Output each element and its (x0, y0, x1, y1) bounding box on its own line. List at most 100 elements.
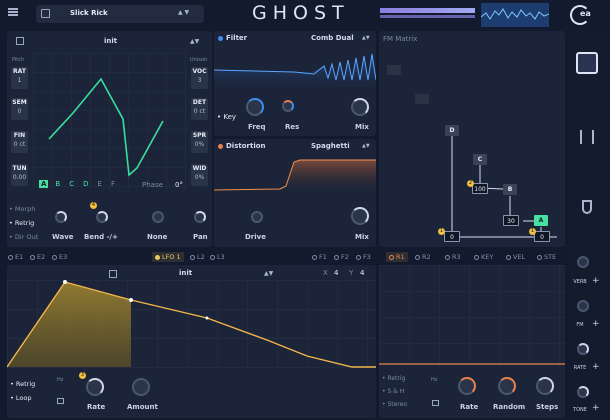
voc-box[interactable]: VOC 3 (191, 67, 208, 89)
verb-knob[interactable] (577, 256, 589, 268)
filter-mix-knob[interactable] (351, 98, 369, 116)
lfo-y-value[interactable]: 4 (360, 269, 364, 277)
sem-box[interactable]: SEM 0 (11, 98, 28, 120)
freq-knob[interactable] (246, 98, 264, 116)
distortion-arrows-icon[interactable]: ▲▼ (362, 143, 370, 149)
lfo-amount-knob[interactable] (132, 378, 150, 396)
tone-add-icon[interactable]: + (592, 403, 600, 413)
distortion-mix-knob[interactable] (351, 207, 369, 225)
wavetable-letters[interactable]: AB C D E F (39, 180, 115, 188)
fm-knob[interactable] (577, 300, 589, 312)
letter-d[interactable]: D (83, 180, 88, 188)
rate-side-knob[interactable] (577, 343, 589, 355)
distortion-type[interactable]: Spaghetti (311, 142, 350, 150)
fin-box[interactable]: FIN 0 ct (11, 131, 28, 153)
tab-l2[interactable]: L2 (190, 253, 205, 261)
fm-node-c[interactable]: C (473, 154, 487, 165)
tab-f3[interactable]: F3 (356, 253, 371, 261)
key-option[interactable]: • Key (217, 113, 236, 121)
keyboard-icon[interactable] (576, 52, 598, 74)
fm-node-b[interactable]: B (503, 184, 517, 195)
fm-value-100[interactable]: 100 (472, 183, 488, 194)
res-knob[interactable] (282, 100, 294, 112)
letter-b[interactable]: B (55, 180, 60, 188)
none-knob[interactable] (152, 211, 164, 223)
letter-c[interactable]: C (69, 180, 74, 188)
tab-lfo1[interactable]: LFO 1 (152, 252, 184, 262)
random-sync-icon[interactable] (432, 400, 439, 406)
random-retrig-option[interactable]: • Retrig (382, 372, 407, 385)
random-rate-knob[interactable] (458, 377, 476, 395)
lfo-save-icon[interactable] (109, 270, 117, 278)
tab-r2[interactable]: R2 (415, 253, 431, 261)
pan-knob[interactable] (194, 211, 206, 223)
random-hz-label[interactable]: Hz (431, 377, 437, 383)
bend-label[interactable]: Bend -/+ (84, 233, 118, 241)
mixer-icon[interactable] (580, 130, 594, 144)
lfo-hz-label[interactable]: Hz (57, 377, 63, 383)
random-steps-knob[interactable] (536, 377, 554, 395)
fm-node-a[interactable]: A (534, 215, 548, 226)
spr-box[interactable]: SPR 0% (191, 131, 208, 153)
tab-l3[interactable]: L3 (210, 253, 225, 261)
osc-save-icon[interactable] (16, 37, 24, 45)
filter-arrows-icon[interactable]: ▲▼ (362, 35, 370, 41)
bend-knob[interactable] (96, 211, 108, 223)
random-stereo-option[interactable]: • Stereo (382, 398, 407, 411)
lfo-patch-arrows-icon[interactable]: ▲▼ (264, 270, 273, 277)
fm-value-0a[interactable]: 0 (444, 231, 460, 242)
osc-patch-arrows-icon[interactable]: ▲▼ (190, 38, 199, 45)
save-icon[interactable] (41, 9, 50, 18)
fm-value-0b[interactable]: 0 (534, 231, 550, 242)
wave-knob[interactable] (55, 211, 67, 223)
tab-f2[interactable]: F2 (334, 253, 349, 261)
distortion-label: Distortion (226, 142, 266, 150)
tab-vel[interactable]: VEL (506, 253, 525, 261)
filter-dot[interactable] (218, 36, 223, 41)
tab-ste[interactable]: STE (537, 253, 556, 261)
letter-f[interactable]: F (111, 180, 115, 188)
lfo-rate-knob[interactable] (86, 378, 104, 396)
fm-add-icon[interactable]: + (592, 319, 600, 329)
none-label[interactable]: None (147, 233, 167, 241)
tab-e1[interactable]: E1 (8, 253, 23, 261)
preset-selector[interactable]: Slick Rick ▲ ▼ (36, 5, 204, 23)
det-box[interactable]: DET 0 ct (191, 98, 208, 120)
verb-add-icon[interactable]: + (592, 276, 600, 286)
tone-knob[interactable] (577, 386, 589, 398)
rate-add-icon[interactable]: + (592, 362, 600, 372)
rat-box[interactable]: RAT 1 (11, 67, 28, 89)
tab-r1[interactable]: R1 (386, 252, 408, 262)
tab-key[interactable]: KEY (474, 253, 493, 261)
tab-f1[interactable]: F1 (312, 253, 327, 261)
fm-value-30[interactable]: 30 (503, 215, 519, 226)
wid-box[interactable]: WID 0% (191, 164, 208, 186)
letter-a[interactable]: A (39, 180, 49, 188)
filter-label: Filter (226, 34, 248, 42)
menu-icon[interactable] (8, 8, 18, 16)
lfo-x-value[interactable]: 4 (334, 269, 338, 277)
filter-type[interactable]: Comb Dual (311, 34, 354, 42)
tun-box[interactable]: TUN 0.00 (11, 164, 28, 186)
distortion-dot[interactable] (218, 144, 223, 149)
random-sh-option[interactable]: • S & H (382, 385, 407, 398)
tab-e2[interactable]: E2 (30, 253, 45, 261)
random-random-knob[interactable] (498, 377, 516, 395)
dirout-option[interactable]: • Dir Out (9, 230, 38, 244)
fm-node-d[interactable]: D (445, 125, 459, 136)
retrig-option[interactable]: • Retrig (9, 216, 38, 230)
phase-value[interactable]: 0° (175, 181, 183, 189)
drive-knob[interactable] (251, 211, 263, 223)
brand-name: ea (580, 9, 591, 18)
letter-e[interactable]: E (98, 180, 102, 188)
arrows-icon[interactable]: ▲ ▼ (178, 9, 189, 16)
lfo-sync-icon[interactable] (57, 398, 64, 404)
tab-r3[interactable]: R3 (445, 253, 461, 261)
lfo-retrig-option[interactable]: • Retrig (10, 377, 35, 391)
tone-label: TONE (573, 407, 587, 413)
distortion-mix-label: Mix (355, 233, 369, 241)
lfo-loop-option[interactable]: • Loop (10, 391, 35, 405)
tab-e3[interactable]: E3 (52, 253, 67, 261)
morph-option[interactable]: • Morph (9, 202, 38, 216)
plug-icon[interactable] (582, 200, 592, 214)
